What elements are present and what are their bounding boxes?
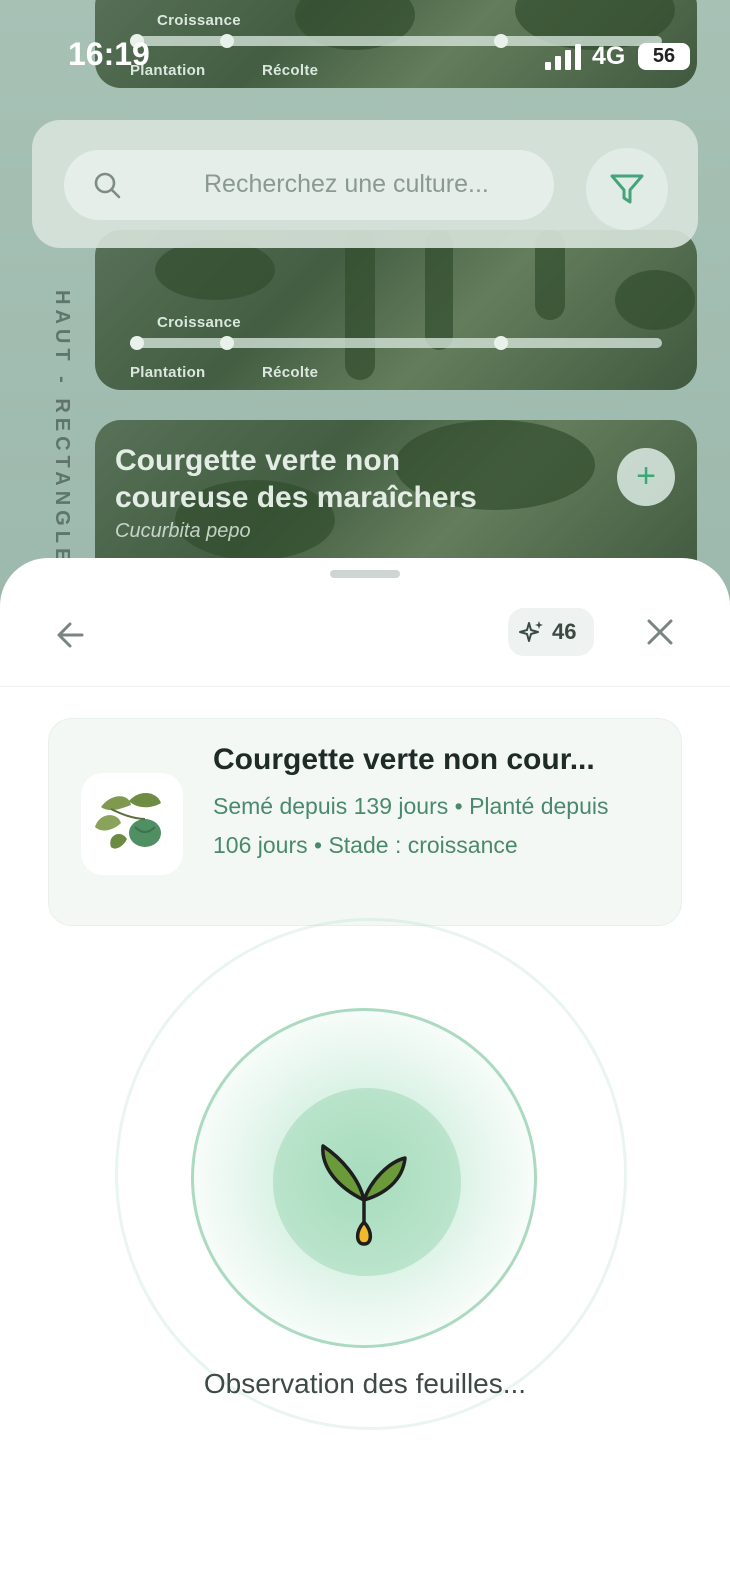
drag-handle[interactable]: [330, 570, 400, 578]
plant-thumbnail: [81, 773, 183, 875]
diagnosis-sheet: 46 Courgette verte non cour... Semé depu…: [0, 558, 730, 1580]
status-time: 16:19: [68, 36, 150, 72]
network-type: 4G: [592, 42, 626, 70]
credits-badge[interactable]: 46: [508, 608, 594, 656]
search-bar: Recherchez une culture...: [32, 120, 698, 248]
search-placeholder: Recherchez une culture...: [204, 170, 489, 198]
battery-icon: 56: [638, 43, 690, 70]
credits-count: 46: [552, 619, 577, 644]
sheet-header: 46: [0, 598, 730, 688]
sparkles-icon: [519, 621, 543, 642]
plant-growth-info: Semé depuis 139 jours • Planté depuis 10…: [213, 793, 609, 858]
filter-icon: [610, 174, 644, 204]
timeline-stage-label: Croissance: [157, 12, 241, 29]
plant-summary-card: Courgette verte non cour... Semé depuis …: [48, 718, 682, 926]
signal-icon: [545, 44, 581, 70]
crop-title: Courgette verte non coureuse des maraîch…: [115, 444, 477, 514]
search-icon: [94, 172, 121, 199]
scan-status-text: Observation des feuilles...: [203, 1368, 527, 1399]
filter-button[interactable]: [586, 148, 668, 230]
timeline-end-label: Récolte: [262, 364, 319, 381]
battery-level: 56: [652, 45, 676, 67]
crop-latin-name: Cucurbita pepo: [115, 520, 251, 542]
vertical-bed-label: HAUT - RECTANGLE L: [51, 290, 73, 595]
timeline-start-label: Plantation: [130, 364, 206, 381]
crop-card-middle[interactable]: Croissance Plantation Récolte: [95, 230, 697, 390]
add-crop-button[interactable]: +: [617, 448, 675, 506]
back-arrow-icon[interactable]: [50, 614, 92, 656]
timeline-bar: [130, 336, 662, 350]
zucchini-plant-icon: [95, 792, 161, 849]
plant-name: Courgette verte non cour...: [213, 743, 595, 776]
search-input[interactable]: Recherchez une culture...: [64, 150, 554, 220]
scan-animation: [115, 918, 627, 1430]
header-divider: [0, 686, 730, 687]
close-icon[interactable]: [642, 614, 678, 650]
timeline-stage-label: Croissance: [157, 314, 241, 331]
sprout-icon: [321, 1144, 407, 1246]
status-bar: 16:19 4G 56: [0, 36, 730, 80]
plus-icon: +: [636, 457, 656, 495]
